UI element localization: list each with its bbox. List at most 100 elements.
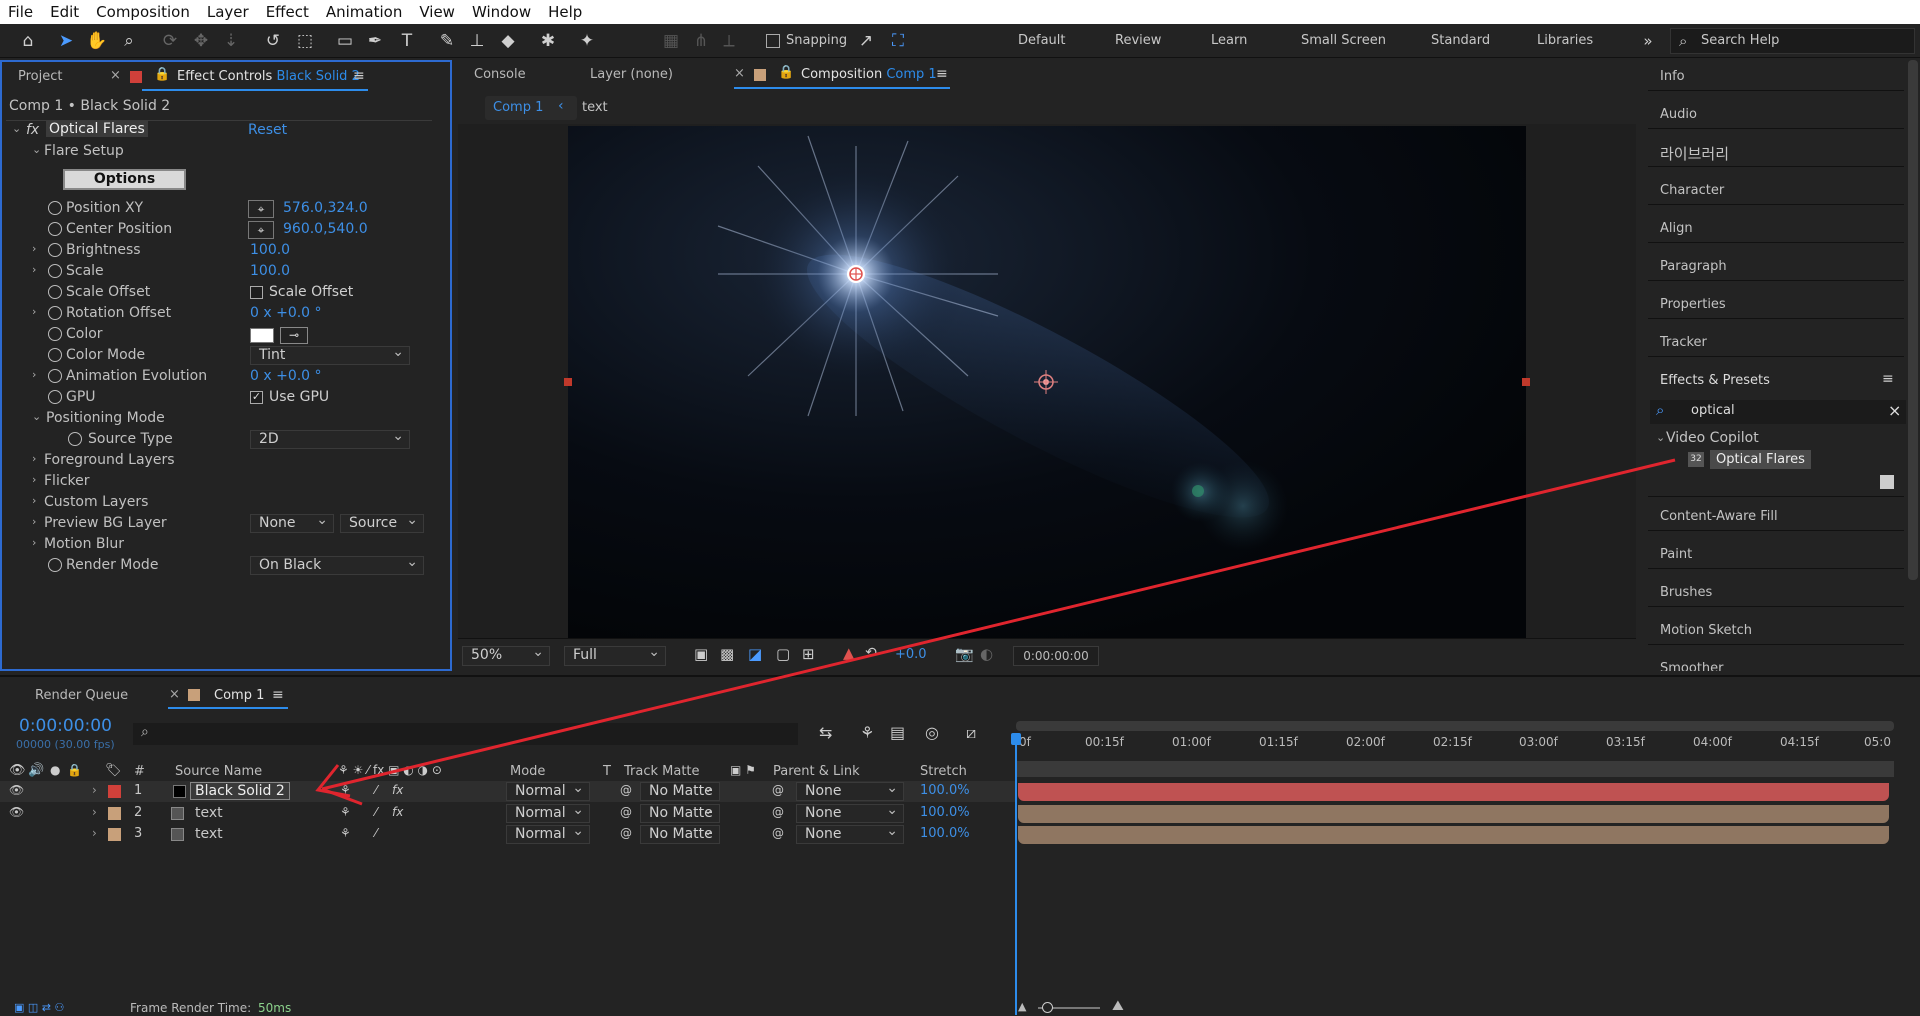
zoom-slider-knob[interactable] <box>1042 1002 1053 1013</box>
snap-target-icon[interactable]: ⛶ <box>887 30 909 52</box>
roto-brush-icon[interactable]: ✱ <box>537 30 559 52</box>
stopwatch-icon[interactable] <box>48 348 62 362</box>
workspace-small-screen[interactable]: Small Screen <box>1301 33 1386 48</box>
flare-setup-group[interactable]: ⌄ Flare Setup <box>2 141 442 162</box>
twirl-closed-icon[interactable]: › <box>32 536 36 549</box>
exposure-value[interactable]: +0.0 <box>895 647 927 662</box>
distribute-icon[interactable]: ⋔ <box>690 30 712 52</box>
layer-handle[interactable] <box>564 378 572 386</box>
stopwatch-icon[interactable] <box>48 369 62 383</box>
center-position-value[interactable]: 960.0,540.0 <box>283 221 368 237</box>
properties-panel-tab[interactable]: Properties <box>1660 297 1726 312</box>
fast-previews-icon[interactable]: ▣ <box>694 645 708 663</box>
libraries-panel-tab[interactable]: 라이브러리 <box>1660 143 1729 164</box>
scale-value[interactable]: 100.0 <box>250 263 290 279</box>
zoom-tool-icon[interactable]: ⌕ <box>118 30 140 52</box>
twirl-closed-icon[interactable]: › <box>32 515 36 528</box>
stopwatch-icon[interactable] <box>68 432 82 446</box>
character-panel-tab[interactable]: Character <box>1660 183 1724 198</box>
crosshair-icon[interactable]: ⌖ <box>248 200 274 218</box>
graph-editor-icon[interactable]: ⧄ <box>966 723 976 743</box>
snap-option-icon[interactable]: ↗ <box>855 30 877 52</box>
exposure-reset-icon[interactable]: ⟲ <box>865 645 877 661</box>
twirl-closed-icon[interactable]: › <box>32 305 36 318</box>
layer-mode-dropdown[interactable]: Normal <box>506 802 590 823</box>
fx-icon[interactable]: fx <box>26 122 39 138</box>
layer-row[interactable]: 👁 › 2 text ⚘ ⁄ fx Normal @ No Matte @ No… <box>0 802 1015 824</box>
stopwatch-icon[interactable] <box>48 558 62 572</box>
menu-layer[interactable]: Layer <box>199 3 258 21</box>
track-matte-pickwhip-icon[interactable]: @ <box>620 783 632 797</box>
parent-dropdown[interactable]: None <box>796 823 904 844</box>
puppet-pin-icon[interactable]: ✦ <box>576 30 598 52</box>
close-icon[interactable]: × <box>734 66 745 81</box>
close-icon[interactable]: × <box>110 68 121 83</box>
fx-switch-icon[interactable]: fx <box>392 783 403 797</box>
status-icons[interactable]: ▣ ◫ ⇄ ⚇ <box>14 1001 64 1014</box>
resolution-dropdown[interactable]: Full <box>564 644 666 666</box>
twirl-open-icon[interactable]: ⌄ <box>32 143 41 156</box>
viewer-timecode[interactable]: 0:00:00:00 <box>1013 646 1099 666</box>
layer-label-swatch[interactable] <box>108 785 121 798</box>
brightness-value[interactable]: 100.0 <box>250 242 290 258</box>
anchor-switch-icon[interactable]: ⚘ <box>340 783 351 797</box>
stretch-value[interactable]: 100.0% <box>920 783 970 798</box>
parent-pickwhip-icon[interactable]: @ <box>772 826 784 840</box>
stopwatch-icon[interactable] <box>48 285 62 299</box>
anchor-switch-icon[interactable]: ⚘ <box>340 805 351 819</box>
panel-menu-icon[interactable]: ≡ <box>936 66 948 82</box>
position-xy-value[interactable]: 576.0,324.0 <box>283 200 368 216</box>
tab-console[interactable]: Console <box>474 67 526 82</box>
menu-effect[interactable]: Effect <box>258 3 318 21</box>
lock-icon[interactable]: 🔒 <box>67 763 82 777</box>
track-matte-pickwhip-icon[interactable]: @ <box>620 826 632 840</box>
tab-render-queue[interactable]: Render Queue <box>35 688 128 703</box>
region-of-interest-icon[interactable]: ▢ <box>776 645 790 663</box>
menu-edit[interactable]: Edit <box>42 3 88 21</box>
preview-bg-source-dropdown[interactable]: Source <box>340 512 424 533</box>
stopwatch-icon[interactable] <box>48 390 62 404</box>
layer-row[interactable]: › 3 text ⚘ ⁄ Normal @ No Matte @ None 10… <box>0 823 1015 845</box>
stopwatch-icon[interactable] <box>48 264 62 278</box>
effect-name[interactable]: Optical Flares <box>46 121 148 137</box>
crumb-text[interactable]: text <box>582 100 608 115</box>
selection-tool-icon[interactable]: ➤ <box>55 30 77 52</box>
use-gpu-checkbox[interactable]: ✓ <box>250 391 263 404</box>
type-tool-icon[interactable]: T <box>396 30 418 52</box>
twirl-closed-icon[interactable]: › <box>92 805 97 819</box>
audio-icon[interactable]: 🔊 <box>28 763 44 778</box>
track-matte-pickwhip-icon[interactable]: @ <box>620 805 632 819</box>
stopwatch-icon[interactable] <box>48 243 62 257</box>
parent-pickwhip-icon[interactable]: @ <box>772 805 784 819</box>
layer-name[interactable]: Black Solid 2 <box>190 782 290 800</box>
layer-label-swatch[interactable] <box>108 807 121 820</box>
layer-duration-bar[interactable] <box>1018 783 1889 801</box>
reset-link[interactable]: Reset <box>248 122 287 138</box>
paint-panel-tab[interactable]: Paint <box>1660 547 1692 562</box>
playhead[interactable] <box>1015 735 1017 1015</box>
anchor-tool-icon[interactable]: ⬚ <box>294 30 316 52</box>
parent-dropdown[interactable]: None <box>796 780 904 801</box>
close-icon[interactable]: × <box>169 687 180 702</box>
crosshair-icon[interactable]: ⌖ <box>248 221 274 239</box>
scale-offset-checkbox[interactable] <box>250 286 263 299</box>
twirl-closed-icon[interactable]: › <box>32 263 36 276</box>
anchor-switch-icon[interactable]: ⚘ <box>340 826 351 840</box>
search-help-input[interactable]: ⌕ Search Help <box>1670 28 1915 54</box>
workspace-review[interactable]: Review <box>1115 33 1161 48</box>
tab-composition[interactable]: Composition Comp 1 <box>801 67 937 82</box>
crumb-comp[interactable]: Comp 1 <box>493 100 543 115</box>
menu-composition[interactable]: Composition <box>88 3 199 21</box>
brushes-panel-tab[interactable]: Brushes <box>1660 585 1712 600</box>
parent-pickwhip-icon[interactable]: @ <box>772 783 784 797</box>
menu-view[interactable]: View <box>411 3 464 21</box>
render-mode-dropdown[interactable]: On Black <box>250 554 424 575</box>
tab-comp-1[interactable]: Comp 1 <box>214 688 264 703</box>
effects-search-input[interactable]: ⌕ optical × <box>1650 400 1906 424</box>
tab-layer[interactable]: Layer (none) <box>590 67 673 82</box>
layer-handle[interactable] <box>1522 378 1530 386</box>
timeline-search-input[interactable]: ⌕ <box>133 723 798 745</box>
home-icon[interactable]: ⌂ <box>17 30 39 52</box>
visibility-eye-icon[interactable]: 👁 <box>9 805 24 819</box>
draft-3d-icon[interactable]: ⚘ <box>860 723 874 742</box>
